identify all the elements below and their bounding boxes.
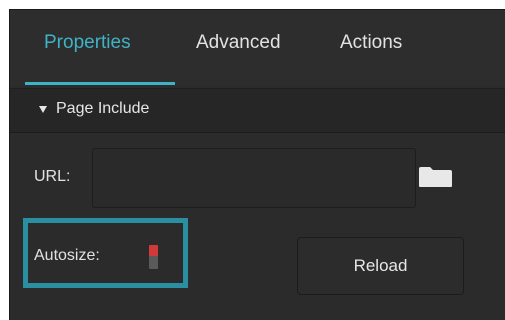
reload-button[interactable]: Reload (297, 237, 464, 295)
tab-advanced[interactable]: Advanced (196, 32, 281, 54)
url-input[interactable] (92, 148, 416, 208)
url-label: URL: (34, 168, 71, 185)
tab-bar: Properties Advanced Actions (10, 10, 505, 86)
folder-icon[interactable] (418, 166, 453, 188)
properties-panel: Properties Advanced Actions Page Include… (9, 9, 505, 320)
section-title: Page Include (56, 100, 150, 117)
toggle-on-indicator (149, 245, 158, 256)
triangle-down-icon (39, 106, 47, 113)
active-tab-indicator (25, 82, 175, 85)
section-header-page-include[interactable]: Page Include (10, 88, 505, 133)
toggle-off-indicator (149, 256, 158, 269)
tab-properties[interactable]: Properties (44, 32, 131, 54)
autosize-toggle[interactable] (149, 245, 158, 269)
autosize-label: Autosize: (34, 247, 100, 264)
tab-actions[interactable]: Actions (340, 32, 402, 54)
